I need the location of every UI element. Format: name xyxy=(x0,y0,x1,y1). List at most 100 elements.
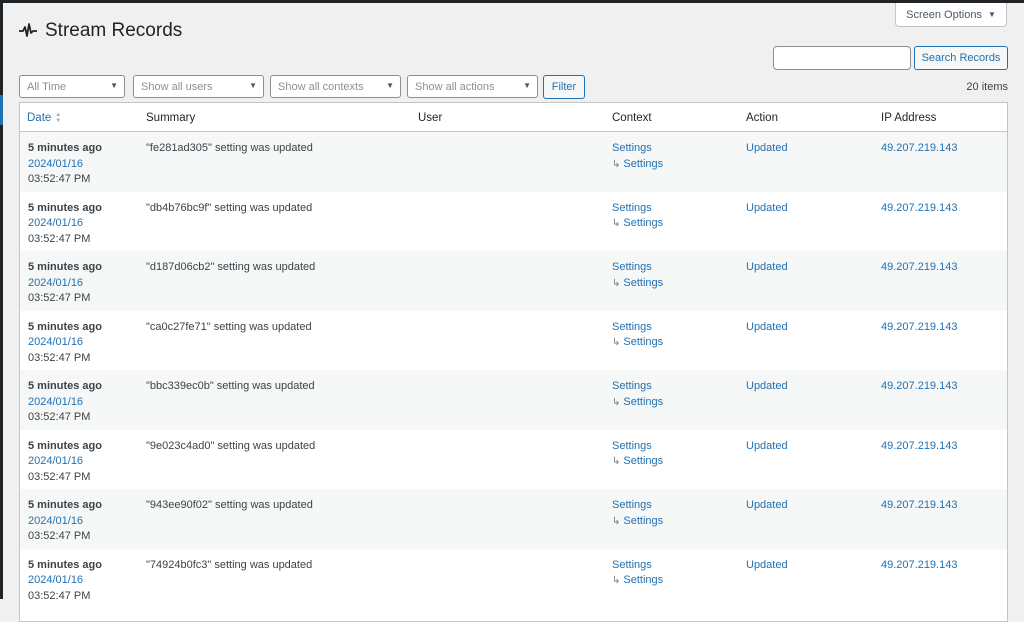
time-text: 03:52:47 PM xyxy=(28,351,91,364)
action-link[interactable]: Updated xyxy=(746,141,788,157)
actions-filter-select[interactable]: Show all actions ▼ xyxy=(407,75,538,98)
context-cell: Settings ↳ Settings xyxy=(612,379,663,410)
action-link[interactable]: Updated xyxy=(746,558,788,574)
date-link[interactable]: 2024/01/16 xyxy=(28,335,102,351)
page-title-text: Stream Records xyxy=(45,20,183,41)
summary-text: "943ee90f02" setting was updated xyxy=(146,499,313,511)
date-link[interactable]: 2024/01/16 xyxy=(28,216,102,232)
ip-address-link[interactable]: 49.207.219.143 xyxy=(881,141,957,157)
context-link[interactable]: Settings xyxy=(612,201,663,217)
users-filter-select[interactable]: Show all users ▼ xyxy=(133,75,264,98)
ip-cell: 49.207.219.143 xyxy=(881,379,957,395)
screen-options-button[interactable]: Screen Options ▼ xyxy=(895,3,1007,27)
action-link[interactable]: Updated xyxy=(746,498,788,514)
date-cell: 5 minutes ago 2024/01/16 03:52:47 PM xyxy=(28,379,102,426)
ip-cell: 49.207.219.143 xyxy=(881,320,957,336)
ip-address-link[interactable]: 49.207.219.143 xyxy=(881,498,957,514)
table-row: 5 minutes ago 2024/01/16 03:52:47 PM "bbc33… xyxy=(20,370,1007,430)
context-cell: Settings ↳ Settings xyxy=(612,201,663,232)
table-row: 5 minutes ago 2024/01/16 03:52:47 PM "9e023… xyxy=(20,430,1007,490)
search-records-button[interactable]: Search Records xyxy=(914,46,1008,70)
summary-text: "db4b76bc9f" setting was updated xyxy=(146,201,313,214)
search-input[interactable] xyxy=(773,46,911,70)
time-filter-select[interactable]: All Time ▼ xyxy=(19,75,125,98)
time-text: 03:52:47 PM xyxy=(28,411,91,423)
action-cell: Updated xyxy=(746,439,788,455)
table-row: 5 minutes ago 2024/01/16 03:52:47 PM "74924… xyxy=(20,549,1007,609)
sub-context-link[interactable]: Settings xyxy=(623,454,663,470)
date-link[interactable]: 2024/01/16 xyxy=(28,454,102,470)
contexts-filter-value: Show all contexts xyxy=(278,80,364,93)
subdirectory-arrow-icon: ↳ xyxy=(612,158,621,170)
date-link[interactable]: 2024/01/16 xyxy=(28,573,102,589)
date-cell: 5 minutes ago 2024/01/16 03:52:47 PM xyxy=(28,320,102,367)
action-cell: Updated xyxy=(746,498,788,514)
time-text: 03:52:47 PM xyxy=(28,470,91,483)
context-link[interactable]: Settings xyxy=(612,260,663,276)
summary-text: "74924b0fc3" setting was updated xyxy=(146,558,313,571)
date-link[interactable]: 2024/01/16 xyxy=(28,157,102,173)
subdirectory-arrow-icon: ↳ xyxy=(612,337,621,348)
action-link[interactable]: Updated xyxy=(746,260,788,276)
table-row: 5 minutes ago 2024/01/16 03:52:47 PM "fe281… xyxy=(20,132,1007,192)
time-filter-value: All Time xyxy=(27,80,67,93)
stream-logo-icon xyxy=(19,23,37,37)
sub-context-link[interactable]: Settings xyxy=(623,157,663,173)
column-user: User xyxy=(418,112,443,124)
date-cell: 5 minutes ago 2024/01/16 03:52:47 PM xyxy=(28,558,102,605)
date-link[interactable]: 2024/01/16 xyxy=(28,514,102,530)
ip-cell: 49.207.219.143 xyxy=(881,439,957,455)
date-link[interactable]: 2024/01/16 xyxy=(28,395,102,411)
ip-address-link[interactable]: 49.207.219.143 xyxy=(881,201,957,217)
context-link[interactable]: Settings xyxy=(612,320,663,336)
summary-text: "ca0c27fe71" setting was updated xyxy=(146,320,312,333)
filter-button[interactable]: Filter xyxy=(543,75,585,99)
context-link[interactable]: Settings xyxy=(612,141,663,157)
table-header: Date ▲ ▼ Summary User Context Action IP A… xyxy=(20,103,1007,132)
table-body: 5 minutes ago 2024/01/16 03:52:47 PM "fe281… xyxy=(20,132,1007,608)
column-summary: Summary xyxy=(146,112,196,124)
action-cell: Updated xyxy=(746,141,788,157)
admin-menu-current-marker xyxy=(0,95,3,125)
date-link[interactable]: 2024/01/16 xyxy=(28,276,102,292)
ip-address-link[interactable]: 49.207.219.143 xyxy=(881,260,957,276)
users-filter-value: Show all users xyxy=(141,80,213,93)
sub-context-link[interactable]: Settings xyxy=(623,276,663,292)
summary-text: "d187d06cb2" setting was updated xyxy=(146,261,316,273)
context-cell: Settings ↳ Settings xyxy=(612,498,663,529)
caret-down-icon: ▼ xyxy=(987,10,996,19)
chevron-down-icon: ▼ xyxy=(523,81,531,90)
action-link[interactable]: Updated xyxy=(746,320,788,336)
summary-text: "9e023c4ad0" setting was updated xyxy=(146,439,316,452)
column-date-sort[interactable]: Date ▲ ▼ xyxy=(27,112,61,124)
action-link[interactable]: Updated xyxy=(746,379,788,395)
context-cell: Settings ↳ Settings xyxy=(612,260,663,291)
ip-address-link[interactable]: 49.207.219.143 xyxy=(881,439,957,455)
contexts-filter-select[interactable]: Show all contexts ▼ xyxy=(270,75,401,98)
context-link[interactable]: Settings xyxy=(612,558,663,574)
action-link[interactable]: Updated xyxy=(746,201,788,217)
context-link[interactable]: Settings xyxy=(612,439,663,455)
sub-context-link[interactable]: Settings xyxy=(623,514,663,530)
subdirectory-arrow-icon: ↳ xyxy=(612,218,621,229)
sub-context-link[interactable]: Settings xyxy=(623,573,663,589)
relative-time: 5 minutes ago xyxy=(28,558,102,571)
actions-filter-value: Show all actions xyxy=(415,80,495,93)
context-link[interactable]: Settings xyxy=(612,498,663,514)
relative-time: 5 minutes ago xyxy=(28,261,102,273)
items-count: 20 items xyxy=(966,81,1008,93)
sub-context-link[interactable]: Settings xyxy=(623,395,663,411)
ip-cell: 49.207.219.143 xyxy=(881,558,957,574)
ip-address-link[interactable]: 49.207.219.143 xyxy=(881,558,957,574)
ip-address-link[interactable]: 49.207.219.143 xyxy=(881,379,957,395)
context-link[interactable]: Settings xyxy=(612,379,663,395)
time-text: 03:52:47 PM xyxy=(28,292,91,304)
page-title: Stream Records xyxy=(18,20,182,42)
sub-context-link[interactable]: Settings xyxy=(623,216,663,232)
ip-address-link[interactable]: 49.207.219.143 xyxy=(881,320,957,336)
sub-context-link[interactable]: Settings xyxy=(623,335,663,351)
subdirectory-arrow-icon: ↳ xyxy=(612,277,621,289)
action-link[interactable]: Updated xyxy=(746,439,788,455)
column-context: Context xyxy=(612,112,652,124)
table-row: 5 minutes ago 2024/01/16 03:52:47 PM "ca0c2… xyxy=(20,311,1007,371)
